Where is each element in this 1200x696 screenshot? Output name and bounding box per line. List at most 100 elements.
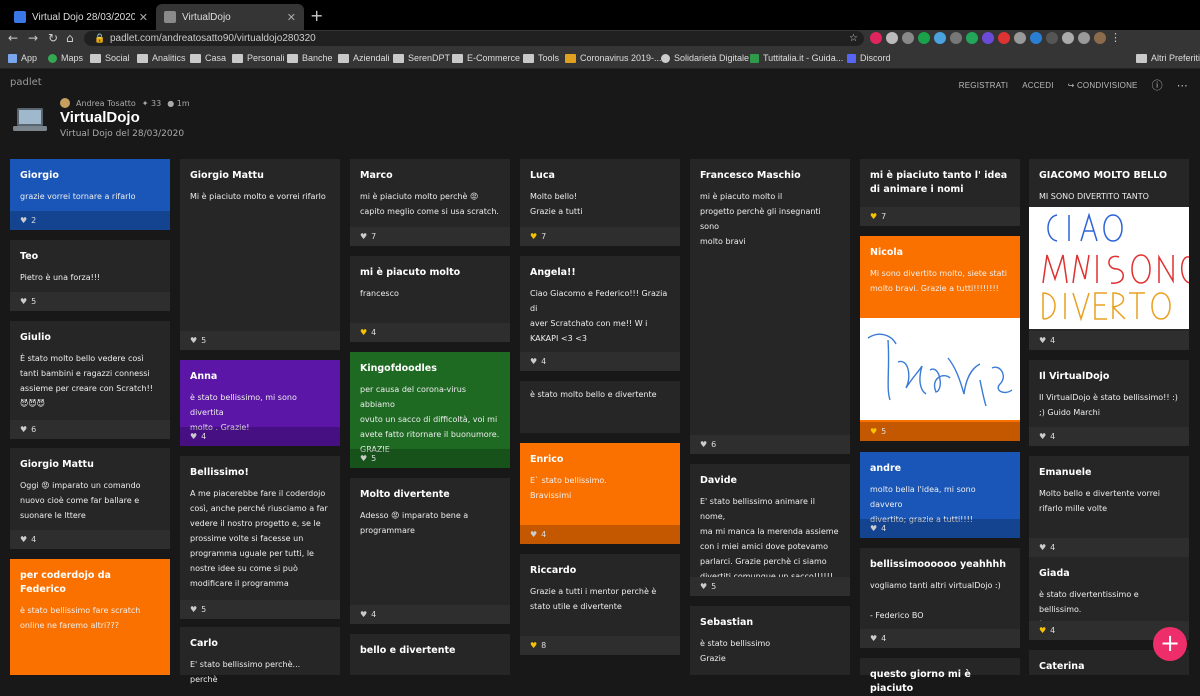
bookmark-item[interactable]: Tools bbox=[523, 52, 559, 64]
extension-icon[interactable] bbox=[982, 32, 994, 44]
post-card[interactable]: andre molto bella l'idea, mi sono davvero… bbox=[860, 452, 1020, 538]
bookmark-item[interactable]: Banche bbox=[287, 52, 333, 64]
heart-icon[interactable]: ♥ bbox=[870, 212, 877, 221]
extension-icon[interactable] bbox=[950, 32, 962, 44]
bookmark-item[interactable]: E-Commerce bbox=[452, 52, 520, 64]
extension-icon[interactable] bbox=[1014, 32, 1026, 44]
extension-icon[interactable] bbox=[1030, 32, 1042, 44]
post-card[interactable]: Riccardo Grazie a tutti i mentor perchè è… bbox=[520, 554, 680, 655]
tab-docs[interactable]: Virtual Dojo 28/03/2020 - Docu ✕ bbox=[6, 4, 156, 30]
post-card[interactable]: Anna è stato bellissimo, mi sono divertit… bbox=[180, 360, 340, 446]
post-card[interactable]: Angela!! Ciao Giacomo e Federico!!! Grazi… bbox=[520, 256, 680, 371]
extension-icon[interactable] bbox=[1046, 32, 1058, 44]
heart-icon[interactable]: ♥ bbox=[20, 535, 27, 544]
more-icon[interactable]: ⋯ bbox=[1177, 79, 1188, 92]
help-icon[interactable]: ⓘ bbox=[1152, 77, 1163, 93]
extension-icon[interactable] bbox=[998, 32, 1010, 44]
heart-icon[interactable]: ♥ bbox=[870, 634, 877, 643]
bookmark-item[interactable]: Solidarietà Digitale bbox=[661, 52, 749, 64]
post-card[interactable]: Marco mi è piaciuto molto perchè 😡 capito … bbox=[350, 159, 510, 246]
reload-icon[interactable]: ↻ bbox=[48, 30, 58, 47]
post-card[interactable]: mi è piaciuto tanto l' idea di animare i… bbox=[860, 159, 1020, 226]
post-card[interactable]: Molto divertente Adesso 😡 imparato bene a… bbox=[350, 478, 510, 624]
heart-icon[interactable]: ♥ bbox=[530, 641, 537, 650]
post-card[interactable]: Giorgio grazie vorrei tornare a rifarlo ♥ 2 bbox=[10, 159, 170, 230]
heart-icon[interactable]: ♥ bbox=[20, 216, 27, 225]
post-card[interactable]: Davide E' stato bellissimo animare il nom… bbox=[690, 464, 850, 596]
heart-icon[interactable]: ♥ bbox=[530, 530, 537, 539]
heart-icon[interactable]: ♥ bbox=[360, 328, 367, 337]
heart-icon[interactable]: ♥ bbox=[870, 427, 877, 436]
register-button[interactable]: REGISTRATI bbox=[959, 81, 1008, 90]
heart-icon[interactable]: ♥ bbox=[360, 454, 367, 463]
post-card[interactable]: Bellissimo! A me piacerebbe fare il coder… bbox=[180, 456, 340, 619]
post-card[interactable]: Giorgio Mattu Oggi 😡 imparato un comando n… bbox=[10, 448, 170, 549]
pinterest-icon[interactable] bbox=[870, 32, 882, 44]
bookmark-item[interactable]: Altri Preferiti bbox=[1136, 52, 1200, 64]
heart-icon[interactable]: ♥ bbox=[360, 610, 367, 619]
heart-icon[interactable]: ♥ bbox=[530, 357, 537, 366]
post-card[interactable]: Carlo E' stato bellissimo perchè... perch… bbox=[180, 627, 340, 684]
bookmark-item[interactable]: Aziendali bbox=[338, 52, 390, 64]
heart-icon[interactable]: ♥ bbox=[360, 232, 367, 241]
post-card[interactable]: questo giorno mi è piaciuto bbox=[860, 658, 1020, 694]
post-card[interactable]: Sebastian è stato bellissimo Grazie bbox=[690, 606, 850, 675]
extension-icon[interactable] bbox=[1062, 32, 1074, 44]
post-card[interactable]: Giorgio Mattu Mi è piaciuto molto e vorre… bbox=[180, 159, 340, 350]
heart-icon[interactable]: ♥ bbox=[700, 440, 707, 449]
extension-icon[interactable] bbox=[918, 32, 930, 44]
extension-icon[interactable] bbox=[886, 32, 898, 44]
post-card[interactable]: Emanuele Molto bello e divertente vorrei r… bbox=[1029, 456, 1189, 557]
extension-icon[interactable] bbox=[902, 32, 914, 44]
bookmark-item[interactable]: Casa bbox=[190, 52, 226, 64]
post-card[interactable]: per coderdojo da Federico è stato belliss… bbox=[10, 559, 170, 675]
padlet-logo[interactable]: padlet bbox=[10, 77, 42, 88]
post-card[interactable]: bellissimoooooo yeahhhh vogliamo tanti al… bbox=[860, 548, 1020, 648]
heart-icon[interactable]: ♥ bbox=[700, 582, 707, 591]
menu-icon[interactable]: ⋮ bbox=[1110, 32, 1121, 44]
post-card[interactable]: Francesco Maschio mi è piacuto molto il pr… bbox=[690, 159, 850, 454]
home-icon[interactable]: ⌂ bbox=[66, 30, 74, 47]
bookmark-item[interactable]: Coronavirus 2019-... bbox=[565, 52, 662, 64]
heart-icon[interactable]: ♥ bbox=[1039, 626, 1046, 635]
heart-icon[interactable]: ♥ bbox=[20, 425, 27, 434]
forward-icon[interactable]: → bbox=[28, 30, 38, 47]
bookmark-item[interactable]: Analitics bbox=[137, 52, 186, 64]
post-card[interactable]: Kingofdoodles per causa del corona-virus … bbox=[350, 352, 510, 468]
post-card[interactable]: Il VirtualDojo Il VirtualDojo è stato bel… bbox=[1029, 360, 1189, 446]
extension-icon[interactable] bbox=[934, 32, 946, 44]
star-icon[interactable]: ☆ bbox=[849, 31, 858, 46]
bookmark-item[interactable]: SerenDPT bbox=[393, 52, 450, 64]
bookmark-item[interactable]: App bbox=[8, 52, 37, 64]
heart-icon[interactable]: ♥ bbox=[1039, 543, 1046, 552]
tab-virtualdojo[interactable]: VirtualDojo ✕ bbox=[156, 4, 304, 30]
login-button[interactable]: ACCEDI bbox=[1022, 81, 1053, 90]
heart-icon[interactable]: ♥ bbox=[190, 605, 197, 614]
post-card[interactable]: bello e divertente bbox=[350, 634, 510, 675]
post-card[interactable]: Giulio È stato molto bello vedere così tan… bbox=[10, 321, 170, 439]
bookmark-item[interactable]: Tuttitalia.it - Guida... bbox=[750, 52, 843, 64]
heart-icon[interactable]: ♥ bbox=[870, 524, 877, 533]
bookmark-item[interactable]: Discord bbox=[847, 52, 891, 64]
post-card[interactable]: Enrico E` stato bellissimo. Bravissimi ♥ 4 bbox=[520, 443, 680, 544]
heart-icon[interactable]: ♥ bbox=[20, 297, 27, 306]
heart-icon[interactable]: ♥ bbox=[1039, 432, 1046, 441]
bookmark-item[interactable]: Personali bbox=[232, 52, 285, 64]
back-icon[interactable]: ← bbox=[8, 30, 18, 47]
post-card[interactable]: mi è piacuto molto francesco ♥ 4 bbox=[350, 256, 510, 342]
close-icon[interactable]: ✕ bbox=[139, 11, 148, 24]
heart-icon[interactable]: ♥ bbox=[530, 232, 537, 241]
share-button[interactable]: ↪ CONDIVISIONE bbox=[1068, 81, 1138, 90]
post-card[interactable]: è stato molto bello e divertente bbox=[520, 381, 680, 433]
add-post-button[interactable]: + bbox=[1153, 627, 1187, 661]
post-card[interactable]: Teo Pietro è una forza!!! ♥ 5 bbox=[10, 240, 170, 311]
post-card[interactable]: Luca Molto bello! Grazie a tutti ♥ 7 bbox=[520, 159, 680, 246]
close-icon[interactable]: ✕ bbox=[287, 11, 296, 24]
bookmark-item[interactable]: Maps bbox=[48, 52, 83, 64]
heart-icon[interactable]: ♥ bbox=[190, 336, 197, 345]
extension-icon[interactable] bbox=[1078, 32, 1090, 44]
author-name[interactable]: Andrea Tosatto bbox=[76, 99, 136, 108]
profile-avatar-icon[interactable] bbox=[1094, 32, 1106, 44]
heart-icon[interactable]: ♥ bbox=[1039, 336, 1046, 345]
heart-icon[interactable]: ♥ bbox=[190, 432, 197, 441]
